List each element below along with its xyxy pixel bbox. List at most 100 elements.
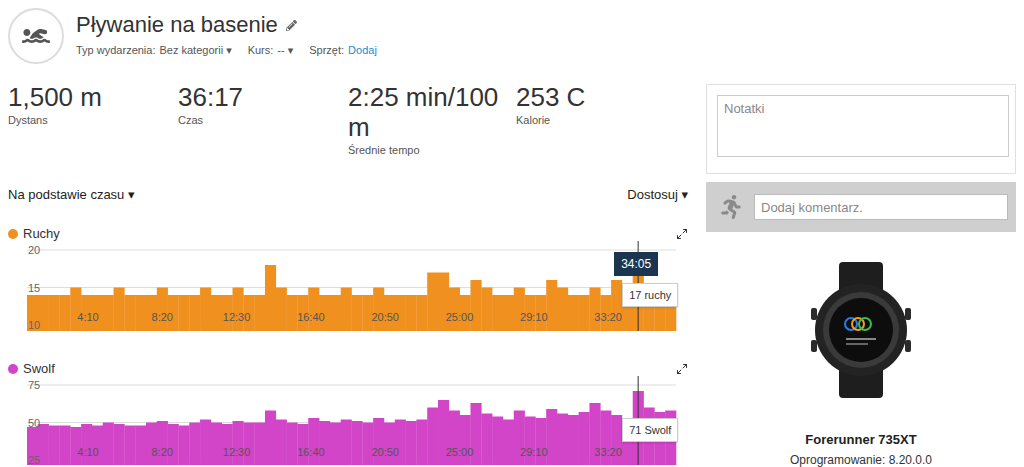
chart-bar[interactable] (416, 420, 427, 466)
chart-bar[interactable] (114, 424, 125, 465)
chart-bar[interactable] (330, 423, 341, 466)
chart-bar[interactable] (319, 421, 330, 465)
chart-bar[interactable] (287, 295, 298, 331)
chart-bar[interactable] (178, 295, 189, 331)
meta-item[interactable]: Kurs:-- ▾ (248, 44, 294, 57)
chart-bar[interactable] (406, 295, 417, 331)
device-name: Forerunner 735XT (805, 432, 916, 447)
chart-bar[interactable] (416, 295, 427, 331)
chart-bar[interactable] (330, 295, 341, 331)
chart-bar[interactable] (189, 423, 200, 466)
comment-field[interactable] (754, 194, 1008, 220)
chart-bar[interactable] (189, 295, 200, 331)
chart-bar[interactable] (59, 295, 70, 331)
chart-bar[interactable] (59, 426, 70, 466)
x-tick: 12:30 (223, 446, 251, 458)
chart-bar[interactable] (243, 423, 254, 466)
chart-bar[interactable] (254, 423, 265, 466)
chart-bar[interactable] (49, 426, 60, 466)
chart-bar[interactable] (503, 295, 514, 331)
chart-bar[interactable] (470, 280, 481, 331)
chart-bar[interactable] (200, 288, 211, 332)
chart-bar[interactable] (287, 423, 298, 466)
chart-bar[interactable] (589, 288, 600, 332)
chart[interactable]: 7550254:108:2012:3016:4020:5025:0029:103… (8, 376, 706, 467)
chart-bar[interactable] (211, 423, 222, 466)
chart-bar[interactable] (611, 280, 622, 331)
meta-item[interactable]: Typ wydarzenia:Bez kategorii ▾ (76, 44, 232, 57)
chart-bar[interactable] (579, 412, 590, 465)
chart-bar[interactable] (81, 424, 92, 465)
chart-bar[interactable] (352, 421, 363, 465)
chart-bar[interactable] (427, 273, 438, 332)
chart-bar[interactable] (568, 415, 579, 465)
chart-bar[interactable] (265, 411, 276, 466)
side-panel: Forerunner 735XTOprogramowanie: 8.20.0.0 (706, 84, 1016, 467)
chart-bar[interactable] (352, 295, 363, 331)
chart-bar[interactable] (481, 414, 492, 466)
chart-bar[interactable] (157, 421, 168, 465)
cursor-time: 34:05 (614, 252, 658, 276)
chart-bar[interactable] (222, 424, 233, 465)
watch-icon (806, 262, 916, 398)
chart-bar[interactable] (114, 288, 125, 332)
pencil-icon[interactable] (286, 20, 297, 31)
notes-field[interactable] (717, 95, 1009, 157)
chart-bar[interactable] (124, 426, 135, 466)
x-tick: 16:40 (297, 446, 325, 458)
chart-bar[interactable] (546, 280, 557, 331)
chart-bar[interactable] (254, 295, 265, 331)
chart-bar[interactable] (557, 414, 568, 466)
meta-item[interactable]: Sprzęt:Dodaj (309, 44, 377, 57)
chart-bar[interactable] (70, 288, 81, 332)
chart-bar[interactable] (276, 288, 287, 332)
chart-bar[interactable] (308, 288, 319, 332)
chart-bar[interactable] (233, 421, 244, 465)
chart-bar[interactable] (135, 426, 146, 466)
chart-bar[interactable] (157, 288, 168, 332)
chart-bar[interactable] (406, 421, 417, 465)
chart-bar[interactable] (427, 408, 438, 466)
chart-bar[interactable] (492, 417, 503, 466)
chart-bar[interactable] (579, 295, 590, 331)
chart-plot[interactable]: 2015104:108:2012:3016:4020:5025:0029:103… (8, 241, 706, 331)
chart-bar[interactable] (449, 288, 460, 332)
expand-icon[interactable] (676, 363, 688, 375)
chart-bar[interactable] (211, 295, 222, 331)
chart-bar[interactable] (233, 288, 244, 332)
chart-bar[interactable] (178, 426, 189, 466)
chart[interactable]: 2015104:108:2012:3016:4020:5025:0029:103… (8, 241, 706, 335)
chart-bar[interactable] (276, 420, 287, 466)
chart-bar[interactable] (481, 288, 492, 332)
chart-bar[interactable] (168, 424, 179, 465)
chart-bar[interactable] (503, 420, 514, 466)
basis-dropdown[interactable]: Na podstawie czasu ▾ (8, 186, 134, 204)
chart-bar[interactable] (362, 423, 373, 466)
chart-bar[interactable] (373, 288, 384, 332)
chart-bar[interactable] (297, 424, 308, 465)
chart-bar[interactable] (265, 265, 276, 331)
customize-dropdown[interactable]: Dostosuj ▾ (627, 186, 688, 204)
chart-bar[interactable] (557, 288, 568, 332)
chart-plot[interactable]: 7550254:108:2012:3016:4020:5025:0029:103… (8, 376, 706, 465)
chart-bar[interactable] (341, 420, 352, 466)
chart-bar[interactable] (146, 423, 157, 466)
chart-controls: Na podstawie czasu ▾ Dostosuj ▾ (8, 186, 706, 204)
chart-bar[interactable] (568, 295, 579, 331)
chart-bar[interactable] (384, 423, 395, 466)
chart-bar[interactable] (514, 288, 525, 332)
chart-bar[interactable] (103, 295, 114, 331)
chart-bar[interactable] (124, 295, 135, 331)
runner-icon (719, 195, 743, 219)
chart-bar[interactable] (546, 409, 557, 465)
chart-bar[interactable] (395, 420, 406, 466)
chart-bar[interactable] (103, 423, 114, 466)
expand-icon[interactable] (676, 228, 688, 240)
chart-bar[interactable] (200, 420, 211, 466)
chart-bar[interactable] (341, 288, 352, 332)
chart-bar[interactable] (135, 295, 146, 331)
chart-bar[interactable] (492, 295, 503, 331)
y-tick: 10 (28, 319, 40, 331)
y-tick: 75 (28, 379, 40, 391)
chart-bar[interactable] (49, 295, 60, 331)
